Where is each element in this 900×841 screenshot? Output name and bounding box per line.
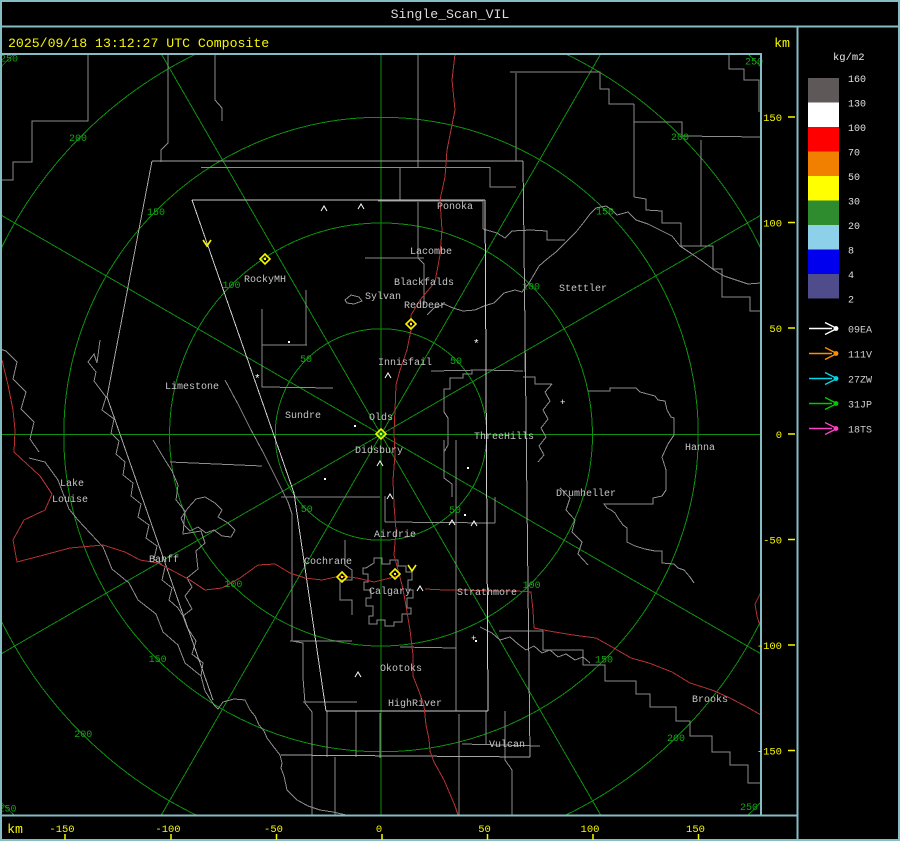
svg-text:200: 200 bbox=[69, 134, 87, 145]
svg-text:-150: -150 bbox=[757, 747, 782, 759]
svg-text:50: 50 bbox=[478, 824, 491, 836]
svg-text:-50: -50 bbox=[763, 536, 782, 548]
svg-text:kg/m2: kg/m2 bbox=[833, 52, 865, 64]
svg-text:RedDeer: RedDeer bbox=[404, 300, 446, 312]
svg-text:Single_Scan_VIL: Single_Scan_VIL bbox=[391, 7, 510, 22]
svg-text:160: 160 bbox=[848, 75, 866, 86]
svg-text:200: 200 bbox=[667, 734, 685, 745]
svg-text:250: 250 bbox=[740, 803, 758, 814]
svg-text:Cochrane: Cochrane bbox=[304, 556, 352, 568]
svg-text:2025/09/18 13:12:27 UTC Compos: 2025/09/18 13:12:27 UTC Composite bbox=[8, 36, 269, 51]
svg-text:Lake: Lake bbox=[60, 478, 84, 490]
svg-text:-100: -100 bbox=[757, 641, 782, 653]
svg-text:20: 20 bbox=[848, 222, 860, 233]
svg-text:150: 150 bbox=[763, 113, 782, 125]
svg-text:200: 200 bbox=[74, 730, 92, 741]
svg-text:70: 70 bbox=[848, 149, 860, 160]
svg-text:0: 0 bbox=[776, 430, 782, 442]
svg-text:Blackfalds: Blackfalds bbox=[394, 277, 454, 289]
svg-text:*: * bbox=[473, 339, 480, 351]
svg-text:100: 100 bbox=[848, 124, 866, 135]
svg-text:09EA: 09EA bbox=[848, 326, 872, 337]
svg-text:150: 150 bbox=[686, 824, 705, 836]
svg-text:250: 250 bbox=[0, 805, 17, 816]
svg-text:-100: -100 bbox=[155, 824, 180, 836]
svg-text:100: 100 bbox=[581, 824, 600, 836]
svg-text:km: km bbox=[7, 822, 23, 837]
svg-text:+: + bbox=[471, 634, 476, 644]
svg-text:km: km bbox=[774, 36, 790, 51]
svg-text:HighRiver: HighRiver bbox=[388, 698, 442, 710]
svg-text:Lacombe: Lacombe bbox=[410, 246, 452, 258]
svg-text:0: 0 bbox=[376, 824, 382, 836]
svg-text:250: 250 bbox=[0, 55, 18, 66]
svg-text:-50: -50 bbox=[264, 824, 283, 836]
svg-text:100: 100 bbox=[763, 219, 782, 231]
svg-text:Strathmore: Strathmore bbox=[457, 587, 517, 599]
svg-text:27ZW: 27ZW bbox=[848, 376, 872, 387]
svg-text:Sylvan: Sylvan bbox=[365, 291, 401, 303]
svg-text:150: 150 bbox=[595, 656, 613, 667]
svg-text:*: * bbox=[254, 374, 261, 386]
svg-text:130: 130 bbox=[848, 100, 866, 111]
svg-text:150: 150 bbox=[149, 655, 167, 666]
svg-text:100: 100 bbox=[224, 580, 242, 591]
svg-text:50: 50 bbox=[301, 505, 313, 516]
svg-text:Limestone: Limestone bbox=[165, 381, 219, 393]
svg-text:Didsbury: Didsbury bbox=[355, 445, 403, 457]
svg-text:18TS: 18TS bbox=[848, 426, 872, 437]
svg-text:Stettler: Stettler bbox=[559, 283, 607, 295]
svg-text:150: 150 bbox=[596, 208, 614, 219]
svg-text:111V: 111V bbox=[848, 351, 872, 362]
svg-text:Okotoks: Okotoks bbox=[380, 663, 422, 675]
svg-text:30: 30 bbox=[848, 198, 860, 209]
svg-text:Innisfail: Innisfail bbox=[378, 357, 432, 369]
svg-text:Hanna: Hanna bbox=[685, 443, 715, 454]
svg-text:Ponoka: Ponoka bbox=[437, 201, 473, 213]
svg-text:8: 8 bbox=[848, 247, 854, 258]
svg-text:Drumheller: Drumheller bbox=[556, 488, 616, 500]
svg-text:50: 50 bbox=[300, 355, 312, 366]
svg-text:4: 4 bbox=[848, 271, 854, 282]
svg-text:100: 100 bbox=[222, 281, 240, 292]
svg-text:50: 50 bbox=[769, 324, 782, 336]
svg-text:50: 50 bbox=[450, 357, 462, 368]
svg-text:Calgary: Calgary bbox=[369, 586, 411, 598]
svg-text:+: + bbox=[560, 398, 565, 408]
svg-text:50: 50 bbox=[848, 173, 860, 184]
svg-text:200: 200 bbox=[671, 133, 689, 144]
svg-text:Sundre: Sundre bbox=[285, 410, 321, 422]
svg-text:Banff: Banff bbox=[149, 554, 179, 566]
svg-text:31JP: 31JP bbox=[848, 401, 872, 412]
svg-text:100: 100 bbox=[522, 283, 540, 294]
svg-text:Brooks: Brooks bbox=[692, 694, 728, 706]
svg-text:100: 100 bbox=[523, 581, 541, 592]
svg-text:Airdrie: Airdrie bbox=[374, 529, 416, 541]
svg-text:RockyMH: RockyMH bbox=[244, 274, 286, 286]
svg-text:-150: -150 bbox=[49, 824, 74, 836]
svg-text:Louise: Louise bbox=[52, 494, 88, 506]
svg-text:Vulcan: Vulcan bbox=[489, 739, 525, 751]
svg-text:ThreeHills: ThreeHills bbox=[474, 431, 534, 443]
svg-text:150: 150 bbox=[147, 208, 165, 219]
svg-text:Olds: Olds bbox=[369, 412, 393, 424]
svg-text:2: 2 bbox=[848, 296, 854, 307]
svg-text:50: 50 bbox=[449, 506, 461, 517]
